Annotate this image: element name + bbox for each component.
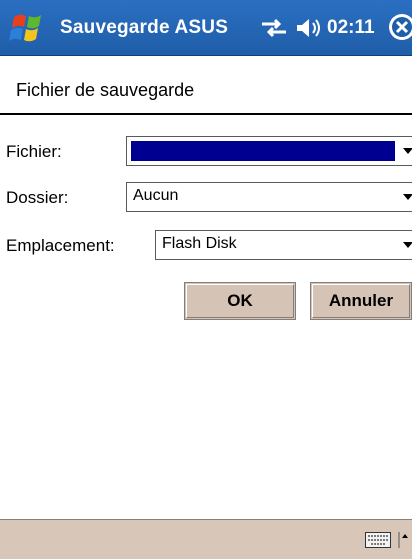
fichier-label: Fichier: bbox=[6, 142, 62, 161]
header-divider bbox=[0, 113, 412, 115]
windows-start-icon[interactable] bbox=[8, 9, 48, 47]
fichier-selection-highlight bbox=[131, 141, 395, 161]
keyboard-icon[interactable] bbox=[365, 532, 391, 548]
chevron-down-icon[interactable] bbox=[403, 194, 412, 200]
chevron-down-icon[interactable] bbox=[403, 242, 412, 248]
dossier-dropdown[interactable]: Aucun bbox=[126, 182, 412, 212]
dossier-value: Aucun bbox=[133, 187, 179, 204]
volume-icon[interactable] bbox=[293, 16, 323, 40]
window-title: Sauvegarde ASUS bbox=[60, 17, 229, 38]
emplacement-dropdown[interactable]: Flash Disk bbox=[155, 230, 412, 260]
emplacement-label: Emplacement: bbox=[6, 236, 115, 255]
connectivity-icon[interactable] bbox=[259, 18, 289, 38]
fichier-dropdown[interactable] bbox=[126, 136, 412, 166]
page-title: Fichier de sauvegarde bbox=[16, 80, 195, 100]
clock-time[interactable]: 02:11 bbox=[327, 17, 375, 39]
input-menu-arrow-icon[interactable] bbox=[396, 530, 410, 550]
ok-button[interactable]: OK bbox=[184, 282, 296, 320]
close-icon[interactable] bbox=[387, 12, 412, 42]
bottom-menu-bar bbox=[0, 519, 412, 559]
chevron-down-icon[interactable] bbox=[403, 148, 412, 154]
title-bar: Sauvegarde ASUS 02:11 bbox=[0, 0, 412, 56]
cancel-button[interactable]: Annuler bbox=[310, 282, 412, 320]
dossier-label: Dossier: bbox=[6, 188, 69, 207]
emplacement-value: Flash Disk bbox=[162, 235, 237, 252]
